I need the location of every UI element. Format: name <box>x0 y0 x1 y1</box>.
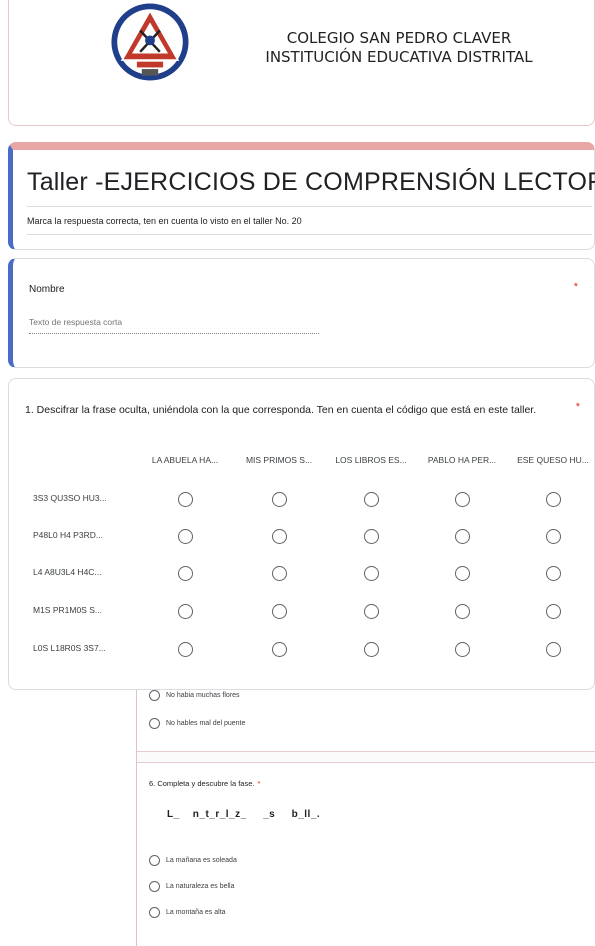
grid-row-label: L4 A8U3L4 H4C... <box>33 567 102 577</box>
grid-radio-button[interactable] <box>177 641 193 657</box>
school-name-line2: INSTITUCIÓN EDUCATIVA DISTRITAL <box>265 48 533 66</box>
grid-radio-button[interactable] <box>545 491 561 507</box>
grid-radio-button[interactable] <box>454 528 470 544</box>
grid-radio-button[interactable] <box>271 603 287 619</box>
grid-radio-button[interactable] <box>545 565 561 581</box>
option-row[interactable]: No hables mal del puente <box>149 718 245 729</box>
grid-radio-button[interactable] <box>177 491 193 507</box>
question-6-puzzle: L_ n_t_r_l_z_ _s b_ll_. <box>167 809 321 820</box>
grid-question-card: 1. Descifrar la frase oculta, uniéndola … <box>8 378 595 690</box>
grid-row-label: 3S3 QU3SO HU3... <box>33 493 107 503</box>
grid-radio-button[interactable] <box>363 641 379 657</box>
grid-radio-button[interactable] <box>177 565 193 581</box>
lower-questions-area: No habia muchas flores No hables mal del… <box>136 680 595 946</box>
grid-radio-button[interactable] <box>363 528 379 544</box>
grid-column-header: MIS PRIMOS S... <box>245 455 313 465</box>
grid-radio-button[interactable] <box>454 641 470 657</box>
radio-button[interactable] <box>149 690 160 701</box>
description-divider <box>27 234 592 235</box>
grid-row-label: M1S PR1M0S S... <box>33 605 102 615</box>
grid-radio-button[interactable] <box>545 528 561 544</box>
grid-column-header: LA ABUELA HA... <box>151 455 219 465</box>
name-label: Nombre <box>29 284 65 295</box>
grid-radio-button[interactable] <box>271 641 287 657</box>
grid-radio-button[interactable] <box>271 528 287 544</box>
option-row[interactable]: No habia muchas flores <box>149 690 240 701</box>
question-6-text: 6. Completa y descubre la fase. * <box>149 779 260 788</box>
grid-column-header: LOS LIBROS ES... <box>335 455 407 465</box>
grid-radio-button[interactable] <box>177 528 193 544</box>
option-label: No hables mal del puente <box>166 720 246 727</box>
grid-radio-button[interactable] <box>454 565 470 581</box>
grid-radio-button[interactable] <box>363 491 379 507</box>
option-label: La montaña es alta <box>166 909 226 916</box>
radio-button[interactable] <box>149 718 160 729</box>
option-label: La mañana es soleada <box>166 857 237 864</box>
form-title-card: Taller -EJERCICIOS DE COMPRENSIÓN LECTOR… <box>8 142 595 250</box>
option-row[interactable]: La naturaleza es bella <box>149 881 235 892</box>
school-logo <box>111 3 189 81</box>
required-asterisk: * <box>575 401 580 413</box>
option-row[interactable]: La mañana es soleada <box>149 855 237 866</box>
question-6-card: 6. Completa y descubre la fase. * L_ n_t_… <box>137 762 595 946</box>
grid-radio-button[interactable] <box>271 565 287 581</box>
name-question-card: Nombre * <box>8 258 595 368</box>
grid-radio-button[interactable] <box>454 603 470 619</box>
radio-button[interactable] <box>149 855 160 866</box>
option-label: La naturaleza es bella <box>166 883 235 890</box>
school-name: COLEGIO SAN PEDRO CLAVER INSTITUCIÓN EDU… <box>249 29 549 67</box>
school-name-line1: COLEGIO SAN PEDRO CLAVER <box>286 29 512 47</box>
grid-radio-button[interactable] <box>271 491 287 507</box>
grid-radio-button[interactable] <box>545 641 561 657</box>
required-asterisk: * <box>573 281 578 293</box>
grid-radio-button[interactable] <box>454 491 470 507</box>
previous-question-options: No habia muchas flores No hables mal del… <box>137 680 595 752</box>
radio-button[interactable] <box>149 881 160 892</box>
header-banner: COLEGIO SAN PEDRO CLAVER INSTITUCIÓN EDU… <box>8 0 595 126</box>
grid-radio-button[interactable] <box>545 603 561 619</box>
grid-radio-button[interactable] <box>363 603 379 619</box>
form-title: Taller -EJERCICIOS DE COMPRENSIÓN LECTOR… <box>27 168 595 196</box>
name-input[interactable] <box>29 317 319 334</box>
grid-radio-button[interactable] <box>177 603 193 619</box>
grid-column-header: PABLO HA PER... <box>427 455 497 465</box>
radio-button[interactable] <box>149 907 160 918</box>
grid-radio-button[interactable] <box>363 565 379 581</box>
title-divider <box>27 206 592 207</box>
option-row[interactable]: La montaña es alta <box>149 907 226 918</box>
required-asterisk: * <box>257 779 261 788</box>
grid-row-label: L0S L18R0S 3S7... <box>33 643 106 653</box>
form-description: Marca la respuesta correcta, ten en cuen… <box>27 216 302 226</box>
grid-row-label: P48L0 H4 P3RD... <box>33 530 103 540</box>
grid-question-text: 1. Descifrar la frase oculta, uniéndola … <box>25 404 537 416</box>
option-label: No habia muchas flores <box>166 692 240 699</box>
question-6-label: 6. Completa y descubre la fase. <box>149 779 255 788</box>
grid-column-header: ESE QUESO HU... <box>517 455 589 465</box>
